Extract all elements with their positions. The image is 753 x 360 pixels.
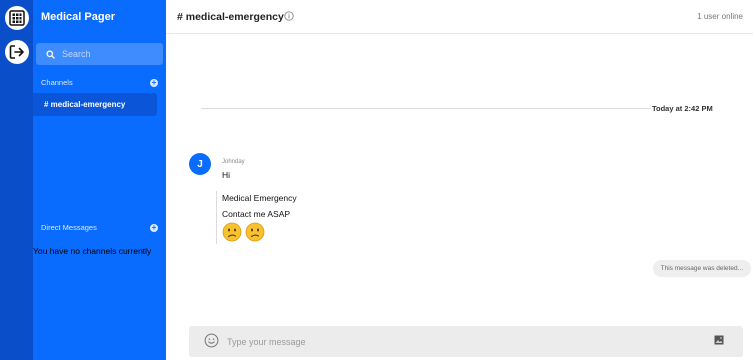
message-composer — [189, 326, 743, 357]
date-divider — [201, 108, 651, 109]
channel-item-medical-emergency[interactable]: # medical-emergency — [33, 93, 157, 116]
chat-panel: # medical-emergency 1 user online Today … — [166, 0, 753, 360]
icon-rail — [0, 0, 33, 360]
channel-label: # medical-emergency — [44, 100, 126, 109]
message-input[interactable] — [227, 334, 687, 349]
empty-direct-messages-text: You have no channels currently — [33, 246, 152, 256]
add-direct-message-button[interactable]: + — [150, 222, 158, 232]
date-label: Today at 2:42 PM — [652, 104, 713, 113]
avatar-initial: J — [197, 158, 203, 170]
direct-messages-header: Direct Messages + — [41, 223, 158, 232]
info-icon[interactable] — [284, 11, 294, 21]
channels-header: Channels + — [41, 78, 158, 87]
message-text: Hi — [222, 170, 231, 180]
online-status: 1 user online — [697, 12, 743, 21]
message-text: Contact me ASAP — [222, 209, 291, 219]
search-input[interactable] — [62, 49, 152, 59]
plus-icon: + — [151, 77, 157, 87]
chat-header: # medical-emergency 1 user online — [166, 0, 753, 34]
smiley-icon[interactable] — [204, 333, 219, 348]
app-title: Medical Pager — [41, 11, 115, 23]
worried-face-icon — [222, 222, 242, 242]
logout-button[interactable] — [4, 40, 29, 64]
channels-label: Channels — [41, 78, 73, 87]
add-channel-button[interactable]: + — [150, 77, 158, 87]
plus-icon: + — [151, 222, 157, 232]
message-text: Medical Emergency — [222, 193, 297, 203]
room-title: # medical-emergency — [177, 11, 284, 23]
hospital-button[interactable] — [4, 6, 29, 30]
worried-face-icon — [245, 222, 265, 242]
deleted-message-notice: This message was deleted... — [652, 260, 751, 277]
reaction-list — [222, 222, 265, 242]
app-window: Medical Pager Channels + # medical-emerg… — [0, 0, 753, 360]
direct-messages-label: Direct Messages — [41, 223, 97, 232]
image-upload-icon[interactable] — [714, 335, 724, 345]
avatar[interactable]: J — [189, 153, 211, 175]
hospital-icon — [8, 10, 25, 26]
sidebar: Medical Pager Channels + # medical-emerg… — [33, 0, 166, 360]
sender-name: Johnday — [222, 159, 245, 165]
search-box[interactable] — [36, 43, 163, 65]
search-icon — [46, 49, 55, 59]
logout-icon — [9, 45, 24, 59]
